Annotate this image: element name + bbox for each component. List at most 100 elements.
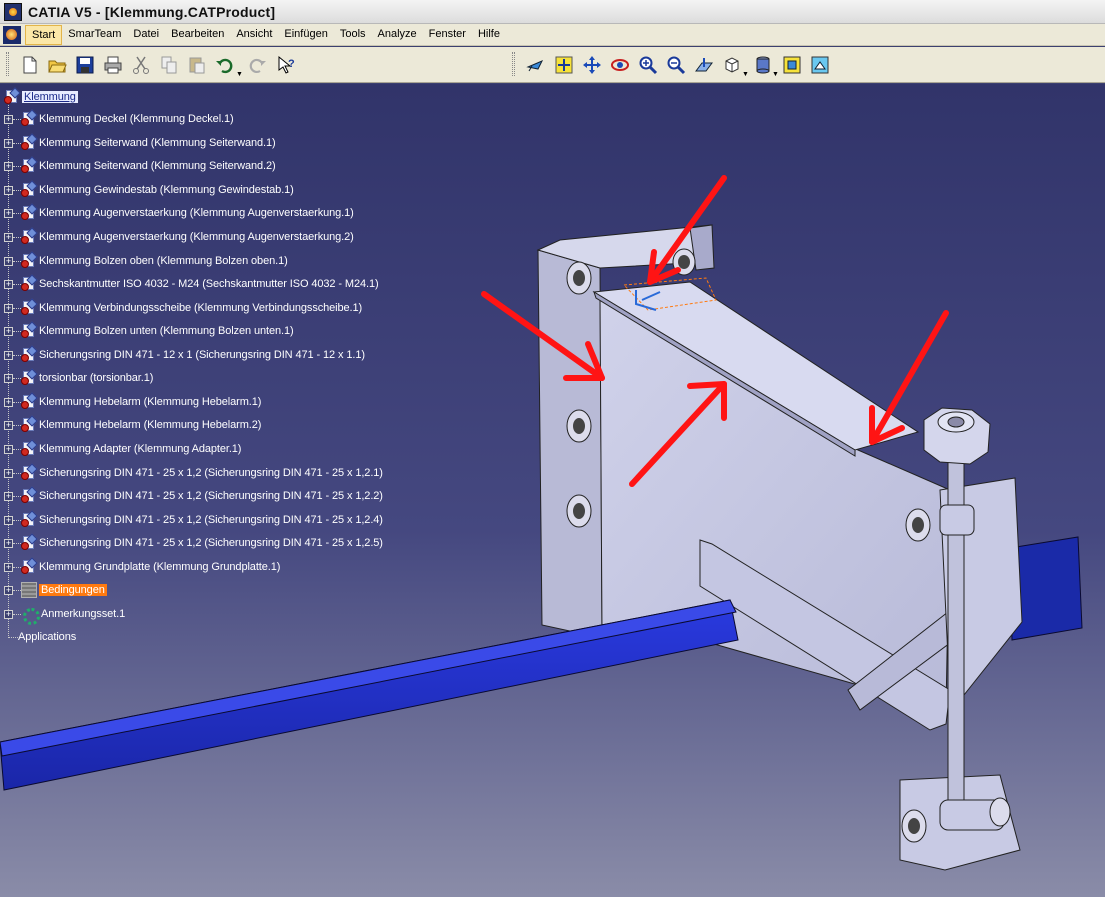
- tree-item-label[interactable]: Sicherungsring DIN 471 - 25 x 1,2 (Siche…: [39, 467, 383, 479]
- tree-item-label[interactable]: Sicherungsring DIN 471 - 25 x 1,2 (Siche…: [39, 490, 383, 502]
- fit-all-button[interactable]: [552, 53, 576, 77]
- save-button[interactable]: [73, 53, 97, 77]
- app-menu-icon[interactable]: [3, 25, 21, 44]
- tree-item-label[interactable]: Klemmung Grundplatte (Klemmung Grundplat…: [39, 561, 280, 573]
- menu-start[interactable]: Start: [25, 24, 63, 45]
- tree-item-11[interactable]: + Sicherungsring DIN 471 - 12 x 1 (Siche…: [0, 345, 365, 365]
- tree-item-annotations[interactable]: + Anmerkungsset.1: [0, 604, 125, 625]
- expand-icon[interactable]: +: [4, 373, 13, 383]
- tree-item-4[interactable]: + Klemmung Gewindestab (Klemmung Gewinde…: [0, 180, 294, 200]
- expand-icon[interactable]: +: [4, 161, 13, 171]
- tree-item-label[interactable]: Klemmung Verbindungsscheibe (Klemmung Ve…: [39, 302, 362, 314]
- menu-fenster[interactable]: Fenster: [423, 25, 472, 45]
- undo-dropdown-icon[interactable]: ▼: [236, 71, 243, 78]
- tree-item-7[interactable]: + Klemmung Bolzen oben (Klemmung Bolzen …: [0, 251, 288, 271]
- expand-icon[interactable]: +: [4, 420, 13, 430]
- tree-item-5[interactable]: + Klemmung Augenverstaerkung (Klemmung A…: [0, 203, 354, 223]
- expand-icon[interactable]: +: [4, 208, 13, 218]
- tree-item-label[interactable]: Klemmung Augenverstaerkung (Klemmung Aug…: [39, 207, 354, 219]
- tree-item-13[interactable]: + Klemmung Hebelarm (Klemmung Hebelarm.1…: [0, 392, 261, 412]
- expand-icon[interactable]: +: [4, 468, 13, 478]
- tree-item-1[interactable]: + Klemmung Deckel (Klemmung Deckel.1): [0, 109, 234, 129]
- iso-view-button[interactable]: [720, 53, 744, 77]
- tree-item-14[interactable]: + Klemmung Hebelarm (Klemmung Hebelarm.2…: [0, 415, 261, 435]
- tree-item-label[interactable]: Klemmung Deckel (Klemmung Deckel.1): [39, 113, 234, 125]
- view-dropdown-icon[interactable]: ▼: [742, 71, 749, 78]
- render-dropdown-icon[interactable]: ▼: [772, 71, 779, 78]
- menu-analyze[interactable]: Analyze: [372, 25, 423, 45]
- copy-button[interactable]: [157, 53, 181, 77]
- tree-item-16[interactable]: + Sicherungsring DIN 471 - 25 x 1,2 (Sic…: [0, 463, 383, 483]
- tree-item-10[interactable]: + Klemmung Bolzen unten (Klemmung Bolzen…: [0, 321, 294, 341]
- rotate-button[interactable]: [608, 53, 632, 77]
- toolbar-grip[interactable]: [6, 52, 9, 76]
- tree-item-label[interactable]: Klemmung Adapter (Klemmung Adapter.1): [39, 443, 241, 455]
- expand-icon[interactable]: +: [4, 256, 13, 266]
- expand-icon[interactable]: +: [4, 232, 13, 242]
- expand-icon[interactable]: +: [4, 609, 13, 619]
- menu-einfuegen[interactable]: Einfügen: [278, 25, 333, 45]
- tree-item-label[interactable]: Klemmung Seiterwand (Klemmung Seiterwand…: [39, 160, 276, 172]
- expand-icon[interactable]: +: [4, 303, 13, 313]
- expand-icon[interactable]: +: [4, 515, 13, 525]
- tree-item-label[interactable]: Klemmung Augenverstaerkung (Klemmung Aug…: [39, 231, 354, 243]
- expand-icon[interactable]: +: [4, 138, 13, 148]
- zoom-out-button[interactable]: [664, 53, 688, 77]
- paste-button[interactable]: [185, 53, 209, 77]
- tree-item-9[interactable]: + Klemmung Verbindungsscheibe (Klemmung …: [0, 298, 362, 318]
- tree-item-3[interactable]: + Klemmung Seiterwand (Klemmung Seiterwa…: [0, 156, 276, 176]
- expand-icon[interactable]: +: [4, 350, 13, 360]
- print-button[interactable]: [101, 53, 125, 77]
- constraints-label[interactable]: Bedingungen: [39, 584, 107, 596]
- toolbar-grip-view[interactable]: [512, 52, 515, 76]
- fly-mode-button[interactable]: [524, 53, 548, 77]
- cut-button[interactable]: [129, 53, 153, 77]
- expand-icon[interactable]: +: [4, 279, 13, 289]
- tree-item-label[interactable]: Sechskantmutter ISO 4032 - M24 (Sechskan…: [39, 278, 379, 290]
- menu-bearbeiten[interactable]: Bearbeiten: [165, 25, 230, 45]
- tree-item-6[interactable]: + Klemmung Augenverstaerkung (Klemmung A…: [0, 227, 354, 247]
- tree-item-12[interactable]: + torsionbar (torsionbar.1): [0, 368, 153, 388]
- expand-icon[interactable]: +: [4, 491, 13, 501]
- tree-item-label[interactable]: Sicherungsring DIN 471 - 12 x 1 (Sicheru…: [39, 349, 365, 361]
- tree-item-label[interactable]: torsionbar (torsionbar.1): [39, 372, 153, 384]
- tree-root-label[interactable]: Klemmung: [22, 91, 78, 103]
- tree-root[interactable]: Klemmung: [4, 87, 78, 107]
- menu-hilfe[interactable]: Hilfe: [472, 25, 506, 45]
- expand-icon[interactable]: +: [4, 585, 13, 595]
- hide-show-button[interactable]: [780, 53, 804, 77]
- redo-button[interactable]: [245, 53, 269, 77]
- tree-item-label[interactable]: Klemmung Bolzen oben (Klemmung Bolzen ob…: [39, 255, 288, 267]
- new-button[interactable]: [18, 53, 42, 77]
- tree-item-2[interactable]: + Klemmung Seiterwand (Klemmung Seiterwa…: [0, 133, 276, 153]
- tree-item-label[interactable]: Klemmung Hebelarm (Klemmung Hebelarm.1): [39, 396, 261, 408]
- expand-icon[interactable]: +: [4, 397, 13, 407]
- tree-item-8[interactable]: + Sechskantmutter ISO 4032 - M24 (Sechsk…: [0, 274, 379, 294]
- tree-item-applications[interactable]: Applications: [8, 627, 76, 647]
- swap-space-button[interactable]: [808, 53, 832, 77]
- tree-item-15[interactable]: + Klemmung Adapter (Klemmung Adapter.1): [0, 439, 241, 459]
- expand-icon[interactable]: +: [4, 562, 13, 572]
- open-button[interactable]: [45, 53, 69, 77]
- tree-item-20[interactable]: + Klemmung Grundplatte (Klemmung Grundpl…: [0, 557, 280, 577]
- expand-icon[interactable]: +: [4, 444, 13, 454]
- menu-datei[interactable]: Datei: [127, 25, 165, 45]
- applications-label[interactable]: Applications: [18, 631, 76, 643]
- tree-item-label[interactable]: Klemmung Bolzen unten (Klemmung Bolzen u…: [39, 325, 294, 337]
- tree-item-constraints[interactable]: + Bedingungen: [0, 580, 107, 600]
- tree-item-label[interactable]: Klemmung Gewindestab (Klemmung Gewindest…: [39, 184, 294, 196]
- undo-button[interactable]: [213, 53, 237, 77]
- zoom-in-button[interactable]: [636, 53, 660, 77]
- whats-this-button[interactable]: ?: [274, 53, 298, 77]
- expand-icon[interactable]: +: [4, 538, 13, 548]
- tree-item-label[interactable]: Klemmung Hebelarm (Klemmung Hebelarm.2): [39, 419, 261, 431]
- menu-ansicht[interactable]: Ansicht: [230, 25, 278, 45]
- annotations-label[interactable]: Anmerkungsset.1: [41, 608, 125, 620]
- tree-item-label[interactable]: Klemmung Seiterwand (Klemmung Seiterwand…: [39, 137, 276, 149]
- tree-item-18[interactable]: + Sicherungsring DIN 471 - 25 x 1,2 (Sic…: [0, 510, 383, 530]
- menu-tools[interactable]: Tools: [334, 25, 372, 45]
- expand-icon[interactable]: +: [4, 326, 13, 336]
- tree-item-label[interactable]: Sicherungsring DIN 471 - 25 x 1,2 (Siche…: [39, 537, 383, 549]
- tree-item-label[interactable]: Sicherungsring DIN 471 - 25 x 1,2 (Siche…: [39, 514, 383, 526]
- expand-icon[interactable]: +: [4, 185, 13, 195]
